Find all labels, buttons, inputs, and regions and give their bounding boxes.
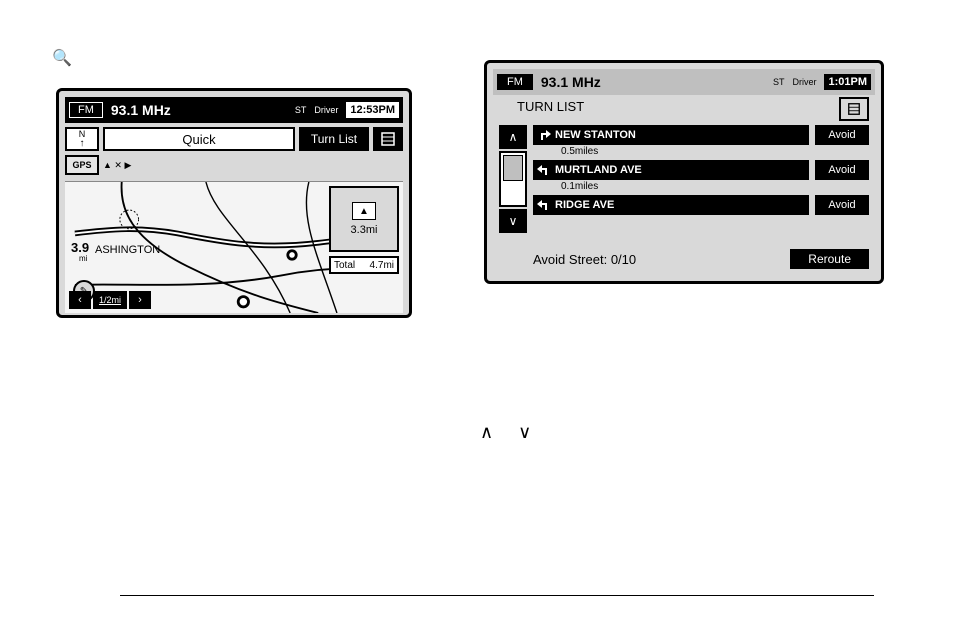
distance-ahead: 3.9 <box>71 240 89 255</box>
highway-icon: ▲ <box>352 202 376 220</box>
zoom-out-button[interactable]: ‹ <box>69 291 91 309</box>
total-label: Total <box>334 260 355 271</box>
map-guidance-screen: FM 93.1 MHz ST Driver 12:53PM N ↑ Quick … <box>56 88 412 318</box>
stereo-indicator: ST <box>773 77 785 87</box>
next-turn-distance: 3.3mi <box>351 224 378 236</box>
driver-label: Driver <box>314 105 338 115</box>
turn-distance: 0.5miles <box>533 146 869 160</box>
compass-arrow-icon: ↑ <box>80 139 85 149</box>
magnify-icon: 🔍 <box>52 48 72 68</box>
turn-list-screen: FM 93.1 MHz ST Driver 1:01PM TURN LIST ∧… <box>484 60 884 284</box>
scroll-down-button[interactable]: ∨ <box>499 209 527 233</box>
next-turn-panel[interactable]: ▲ 3.3mi <box>329 186 399 252</box>
avoid-street-label: Avoid Street: <box>533 252 607 267</box>
turn-row: NEW STANTON Avoid <box>533 125 869 145</box>
stereo-indicator: ST <box>295 105 307 115</box>
compass-button[interactable]: N ↑ <box>65 127 99 151</box>
turn-list-button[interactable]: Turn List <box>299 127 369 151</box>
turn-street-bar[interactable]: NEW STANTON <box>533 125 809 145</box>
reroute-button[interactable]: Reroute <box>790 249 869 269</box>
config-button[interactable] <box>373 127 403 151</box>
driver-label: Driver <box>792 77 816 87</box>
scrollbar-thumb[interactable] <box>503 155 523 181</box>
turn-arrow-icon <box>537 128 551 142</box>
page-chevrons-glyph: ∧ ∨ <box>480 422 541 443</box>
scroll-up-button[interactable]: ∧ <box>499 125 527 149</box>
quick-button[interactable]: Quick <box>103 127 295 151</box>
distance-ahead-unit: mi <box>79 254 87 263</box>
avoid-button[interactable]: Avoid <box>815 125 869 145</box>
turn-distance: 0.1miles <box>533 181 869 195</box>
config-button[interactable] <box>839 97 869 121</box>
zoom-in-button[interactable]: › <box>129 291 151 309</box>
turn-arrow-icon <box>537 163 551 177</box>
status-bar: FM 93.1 MHz ST Driver 1:01PM <box>493 69 875 95</box>
scrollbar-track[interactable] <box>499 151 527 207</box>
avoid-button[interactable]: Avoid <box>815 195 869 215</box>
gps-indicator[interactable]: GPS <box>65 155 99 175</box>
turn-street-name: RIDGE AVE <box>555 199 614 211</box>
radio-frequency: 93.1 MHz <box>541 74 601 90</box>
total-distance-box: Total 4.7mi <box>329 256 399 274</box>
total-distance: 4.7mi <box>370 260 394 271</box>
turn-arrow-icon <box>537 198 551 212</box>
screen-title: TURN LIST <box>493 95 875 117</box>
clock: 1:01PM <box>824 74 871 90</box>
page-divider <box>120 595 874 596</box>
config-icon <box>847 102 861 116</box>
radio-band-indicator[interactable]: FM <box>69 102 103 118</box>
avoid-street-readout: Avoid Street: 0/10 <box>533 252 636 267</box>
turn-street-name: NEW STANTON <box>555 129 636 141</box>
avoid-button[interactable]: Avoid <box>815 160 869 180</box>
clock: 12:53PM <box>346 102 399 118</box>
radio-band-indicator[interactable]: FM <box>497 74 533 90</box>
map-icons-strip: ▲ ✕ ▶ <box>103 155 153 175</box>
avoid-street-value: 0/10 <box>611 252 636 267</box>
radio-frequency: 93.1 MHz <box>111 102 171 118</box>
turn-row: MURTLAND AVE Avoid <box>533 160 869 180</box>
turn-street-bar[interactable]: RIDGE AVE <box>533 195 809 215</box>
turn-street-bar[interactable]: MURTLAND AVE <box>533 160 809 180</box>
map-area[interactable]: 3.9 mi ASHINGTON ✎ ▲ 3.3mi Total 4.7mi ‹… <box>65 181 403 313</box>
config-icon <box>380 131 396 147</box>
turn-row: RIDGE AVE Avoid <box>533 195 869 215</box>
zoom-scale[interactable]: 1/2mi <box>93 291 127 309</box>
status-bar: FM 93.1 MHz ST Driver 12:53PM <box>65 97 403 123</box>
map-city-label: ASHINGTON <box>95 244 160 256</box>
turn-street-name: MURTLAND AVE <box>555 164 642 176</box>
